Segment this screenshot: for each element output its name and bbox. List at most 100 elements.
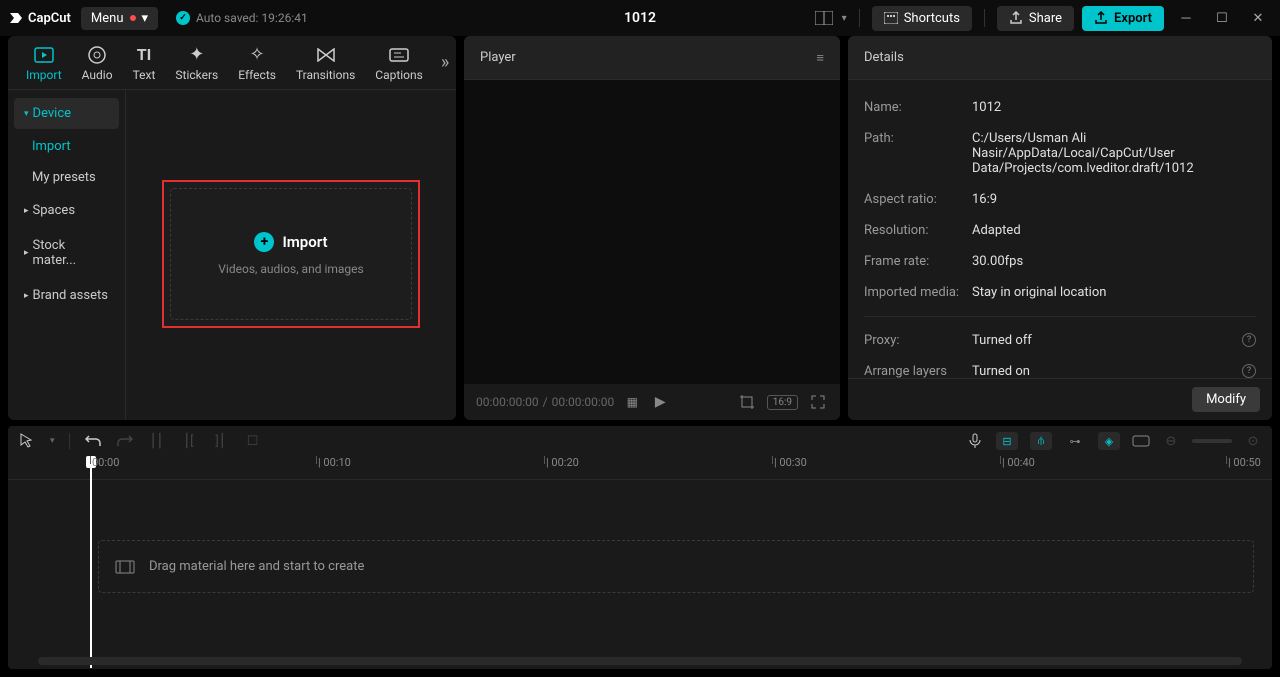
zoom-out-icon[interactable]: ⊖ [1162, 432, 1180, 450]
tab-import[interactable]: Import [16, 42, 72, 84]
import-title-row: + Import [254, 232, 327, 252]
ruler-mark: | 00:50 [1228, 456, 1261, 469]
details-header: Details [848, 36, 1272, 80]
keyboard-icon [884, 12, 898, 24]
media-sidenav: ▾Device Import My presets ▸ Spaces ▸Stock… [8, 90, 126, 420]
audio-icon [86, 44, 108, 66]
layout-icon[interactable] [814, 8, 834, 28]
cursor-tool[interactable] [18, 432, 36, 450]
track-settings-icon[interactable] [1132, 432, 1150, 450]
link-toggle[interactable]: ⊶ [1064, 432, 1086, 450]
tab-stickers[interactable]: ✦ Stickers [165, 42, 228, 84]
close-button[interactable]: ✕ [1244, 4, 1272, 32]
detail-row-aspect: Aspect ratio:16:9 [864, 184, 1256, 215]
trim-left-tool[interactable]: ⎮[ [180, 432, 198, 450]
sidenav-label: Spaces [33, 203, 76, 218]
ruler-mark: | 00:10 [318, 456, 351, 469]
time-sep: / [543, 395, 548, 409]
sidenav-spaces[interactable]: ▸ Spaces [14, 195, 119, 226]
chevron-down-icon: ▾ [24, 109, 29, 119]
maximize-button[interactable]: ☐ [1208, 4, 1236, 32]
import-area: + Import Videos, audios, and images [126, 90, 456, 420]
chevron-down-icon[interactable]: ▾ [50, 436, 55, 446]
chevron-right-icon: ▸ [24, 291, 29, 301]
export-label: Export [1114, 11, 1152, 26]
play-button[interactable]: ▶ [650, 392, 670, 412]
modify-button[interactable]: Modify [1192, 387, 1260, 412]
track-area[interactable]: Drag material here and start to create [8, 480, 1272, 593]
zoom-fit-icon[interactable]: ⊙ [1244, 432, 1262, 450]
info-icon[interactable]: ? [1242, 364, 1256, 378]
detail-value: Turned on [972, 364, 1242, 378]
detail-value: 30.00fps [972, 254, 1256, 269]
detail-row-imported: Imported media:Stay in original location [864, 277, 1256, 308]
track-drop-hint[interactable]: Drag material here and start to create [98, 540, 1254, 593]
text-icon: TI [133, 44, 155, 66]
details-panel: Details Name:1012 Path:C:/Users/Usman Al… [848, 36, 1272, 420]
detail-row-framerate: Frame rate:30.00fps [864, 246, 1256, 277]
more-tabs-button[interactable]: » [433, 52, 457, 73]
sidenav-brand[interactable]: ▸ Brand assets [14, 280, 119, 311]
tab-audio[interactable]: Audio [72, 42, 123, 84]
timeline-ruler[interactable]: 00:00 | 00:10 | 00:20 | 00:30 | 00:40 | … [8, 456, 1272, 480]
chevron-down-icon[interactable]: ▾ [842, 13, 847, 24]
detail-value: C:/Users/Usman Ali Nasir/AppData/Local/C… [972, 131, 1256, 176]
player-menu-icon[interactable]: ≡ [816, 50, 824, 66]
snap-toggle[interactable]: ⊟ [996, 432, 1018, 450]
crop-icon[interactable] [737, 392, 757, 412]
time-display: 00:00:00:00 / 00:00:00:00 [476, 395, 614, 409]
redo-button[interactable] [116, 432, 134, 450]
split-tool[interactable]: ⎮⎮ [148, 432, 166, 450]
sidenav-label: Brand assets [33, 288, 108, 303]
trim-right-tool[interactable]: ]⎮ [212, 432, 230, 450]
sidenav-import[interactable]: Import [14, 133, 119, 160]
minimize-button[interactable]: ─ [1172, 4, 1200, 32]
menu-button[interactable]: Menu ▾ [81, 7, 158, 30]
zoom-slider[interactable] [1192, 439, 1232, 443]
sidenav-device[interactable]: ▾Device [14, 98, 119, 129]
shortcuts-button[interactable]: Shortcuts [872, 6, 972, 31]
app-name: CapCut [28, 11, 71, 26]
time-total: 00:00:00:00 [552, 395, 615, 409]
share-button[interactable]: Share [997, 6, 1074, 31]
app-logo: CapCut [8, 10, 71, 26]
chevron-right-icon: ▸ [24, 206, 29, 216]
magnet-toggle[interactable]: ⫛ [1030, 432, 1052, 450]
tab-label: Transitions [296, 68, 355, 82]
player-viewport[interactable] [464, 80, 840, 384]
delete-tool[interactable]: ☐ [244, 432, 262, 450]
tab-text[interactable]: TI Text [123, 42, 166, 84]
separator [984, 9, 985, 27]
detail-label: Frame rate: [864, 254, 972, 269]
player-panel: Player ≡ 00:00:00:00 / 00:00:00:00 ▦ ▶ 1… [464, 36, 840, 420]
details-title: Details [864, 50, 904, 65]
tab-captions[interactable]: Captions [365, 42, 433, 84]
player-header: Player ≡ [464, 36, 840, 80]
preview-toggle[interactable]: ◈ [1098, 432, 1120, 450]
timeline-scrollbar[interactable] [38, 657, 1242, 665]
check-icon: ✓ [176, 11, 190, 25]
import-dropzone[interactable]: + Import Videos, audios, and images [162, 180, 420, 328]
player-right: 16:9 [737, 392, 828, 412]
tab-effects[interactable]: ✧ Effects [228, 42, 286, 84]
grid-icon[interactable]: ▦ [622, 392, 642, 412]
chevron-right-icon: ▸ [24, 248, 29, 258]
tab-label: Audio [82, 68, 113, 82]
detail-value: Stay in original location [972, 285, 1256, 300]
ruler-mark: 00:00 [92, 456, 119, 469]
undo-button[interactable] [84, 432, 102, 450]
media-panel: Import Audio TI Text ✦ Stickers ✧ Effect… [8, 36, 456, 420]
ratio-badge[interactable]: 16:9 [767, 395, 798, 410]
tab-transitions[interactable]: Transitions [286, 42, 365, 84]
export-button[interactable]: Export [1082, 6, 1164, 31]
detail-label: Arrange layers [864, 364, 972, 378]
transitions-icon [315, 44, 337, 66]
sidenav-presets[interactable]: My presets [14, 164, 119, 191]
player-controls: 00:00:00:00 / 00:00:00:00 ▦ ▶ 16:9 [464, 384, 840, 420]
sidenav-stock[interactable]: ▸Stock mater... [14, 230, 119, 276]
media-body: ▾Device Import My presets ▸ Spaces ▸Stock… [8, 90, 456, 420]
detail-value: Turned off [972, 333, 1242, 348]
mic-icon[interactable] [966, 432, 984, 450]
fullscreen-icon[interactable] [808, 392, 828, 412]
info-icon[interactable]: ? [1242, 333, 1256, 347]
